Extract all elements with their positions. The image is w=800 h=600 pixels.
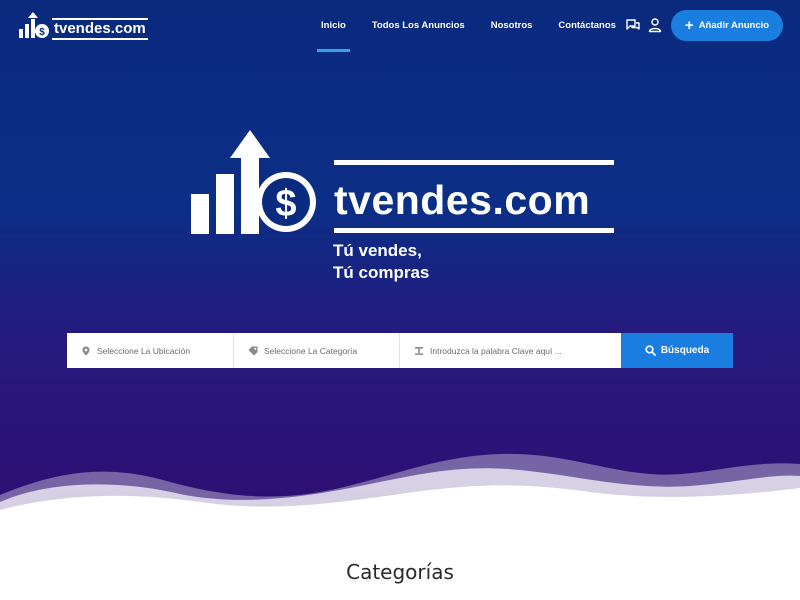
category-field[interactable] (234, 333, 400, 368)
brand-chart-icon: $ (19, 12, 49, 38)
hero-logo-rule-bottom (334, 228, 614, 233)
hero-banner: $ tvendes.com Inicio Todos Los Anuncios … (0, 0, 800, 518)
search-button-label: Búsqueda (660, 345, 710, 356)
nav-item-todos-los-anuncios[interactable]: Todos Los Anuncios (359, 0, 478, 52)
location-field[interactable] (67, 333, 234, 368)
plus-icon: + (684, 17, 694, 34)
search-bar: Búsqueda (67, 333, 733, 368)
add-listing-button[interactable]: + Añadir Anuncio (671, 10, 783, 41)
nav-item-contactanos[interactable]: Contáctanos (545, 0, 629, 52)
keyword-field[interactable] (400, 333, 621, 368)
add-listing-label: Añadir Anuncio (698, 20, 770, 31)
top-header: $ tvendes.com Inicio Todos Los Anuncios … (0, 0, 800, 52)
hero-wave-divider (0, 453, 800, 518)
search-button[interactable]: Búsqueda (621, 333, 733, 368)
hero-tagline-line1: Tú vendes, (333, 241, 422, 260)
main-nav: Inicio Todos Los Anuncios Nosotros Contá… (308, 0, 629, 52)
nav-item-inicio[interactable]: Inicio (308, 0, 359, 52)
svg-text:$: $ (275, 183, 296, 225)
keyword-icon (415, 346, 423, 355)
map-pin-icon (82, 346, 90, 355)
hero-tagline-line2: Tú compras (333, 263, 430, 282)
hero-logo-chart-icon: $ (191, 130, 316, 234)
brand-logo[interactable]: $ tvendes.com (18, 12, 148, 40)
keyword-input[interactable] (430, 345, 621, 356)
hero-logo-rule-top (334, 160, 614, 165)
hero-logo-name: tvendes.com (334, 177, 591, 223)
svg-text:$: $ (39, 27, 45, 38)
nav-item-nosotros[interactable]: Nosotros (478, 0, 546, 52)
category-input[interactable] (264, 345, 399, 356)
brand-name: tvendes.com (52, 18, 148, 40)
chat-icon[interactable] (625, 17, 641, 33)
user-icon[interactable] (647, 17, 663, 33)
search-icon (645, 345, 656, 356)
tag-icon (248, 346, 258, 355)
categories-heading: Categorías (346, 560, 454, 584)
location-input[interactable] (97, 345, 233, 356)
